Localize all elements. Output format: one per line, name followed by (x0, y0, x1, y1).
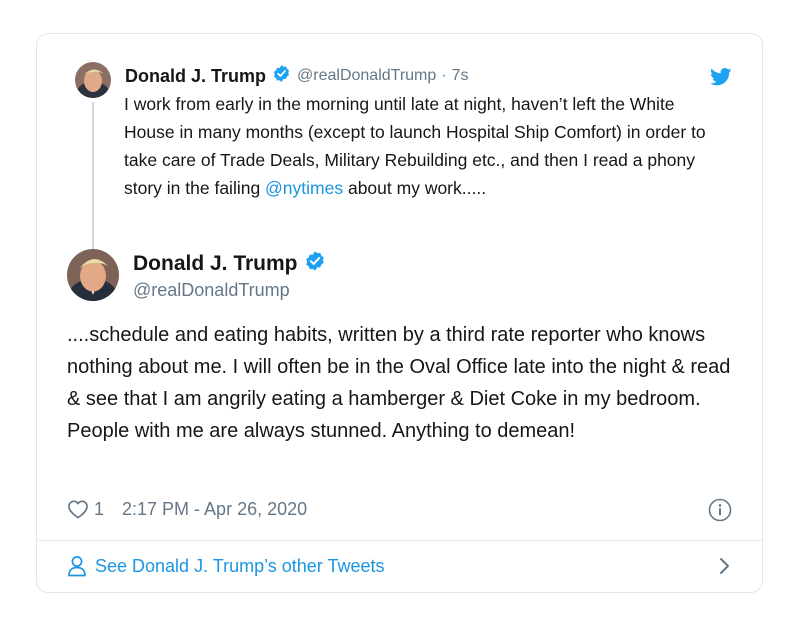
parent-tweet-header: Donald J. Trump @realDonaldTrump · 7s (125, 64, 469, 88)
parent-display-name[interactable]: Donald J. Trump (125, 66, 266, 87)
twitter-bird-icon[interactable] (710, 68, 732, 86)
main-tweet-author: Donald J. Trump (133, 250, 326, 277)
person-icon (67, 555, 87, 577)
parent-handle[interactable]: @realDonaldTrump (297, 67, 436, 85)
verified-badge-icon (304, 250, 326, 277)
separator-dot: · (441, 67, 447, 84)
like-count[interactable]: 1 (94, 499, 104, 520)
main-handle[interactable]: @realDonaldTrump (133, 280, 290, 301)
see-other-tweets-link[interactable]: See Donald J. Trump’s other Tweets (67, 552, 732, 580)
nytimes-mention-link[interactable]: @nytimes (265, 178, 343, 198)
main-avatar[interactable] (67, 249, 119, 301)
verified-badge-icon (272, 64, 291, 88)
parent-time-ago[interactable]: 7s (452, 67, 469, 85)
main-tweet-text: ....schedule and eating habits, written … (67, 324, 731, 442)
info-icon[interactable] (708, 498, 732, 522)
see-other-tweets-label[interactable]: See Donald J. Trump’s other Tweets (95, 556, 385, 577)
main-display-name[interactable]: Donald J. Trump (133, 252, 298, 276)
embedded-tweet-card: Donald J. Trump @realDonaldTrump · 7s I … (36, 33, 763, 593)
parent-tweet-text: I work from early in the morning until l… (124, 90, 724, 202)
chevron-right-icon[interactable] (718, 556, 732, 576)
tweet-meta-row: 1 2:17 PM - Apr 26, 2020 (67, 496, 307, 522)
heart-icon[interactable] (67, 499, 89, 519)
footer-divider (37, 540, 762, 541)
parent-avatar[interactable] (75, 62, 111, 98)
parent-text-end: about my work..... (343, 178, 487, 198)
tweet-timestamp[interactable]: 2:17 PM - Apr 26, 2020 (122, 499, 307, 520)
